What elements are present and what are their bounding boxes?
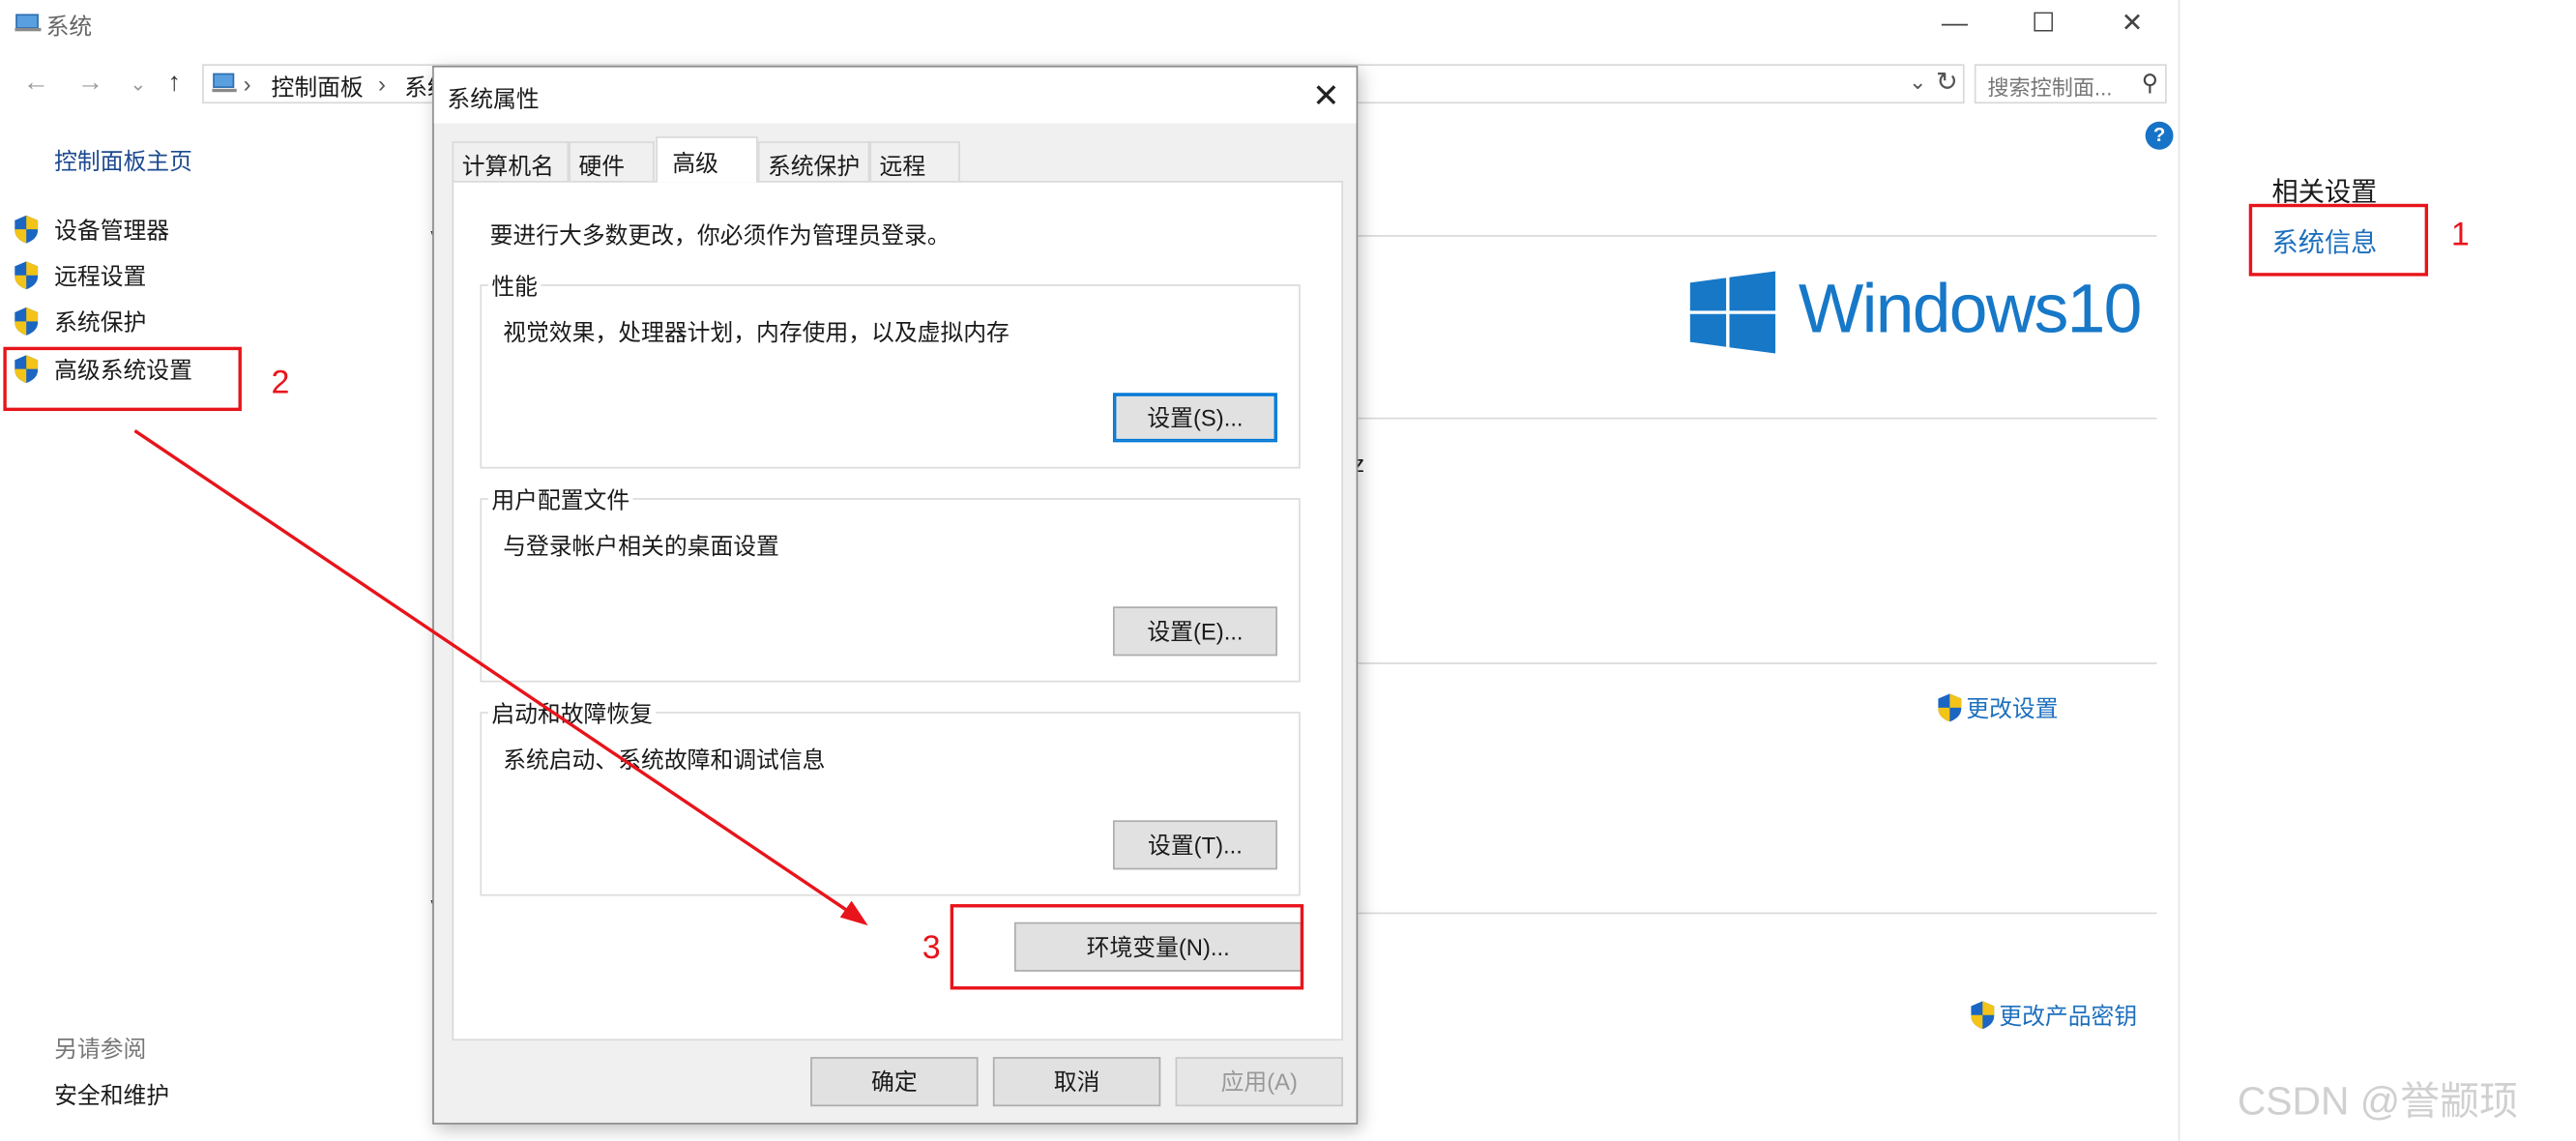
tab-advanced[interactable]: 高级 [656, 136, 758, 183]
annotation-arrow [133, 429, 868, 926]
watermark: CSDN @誉颛顼 [2237, 1079, 2519, 1125]
